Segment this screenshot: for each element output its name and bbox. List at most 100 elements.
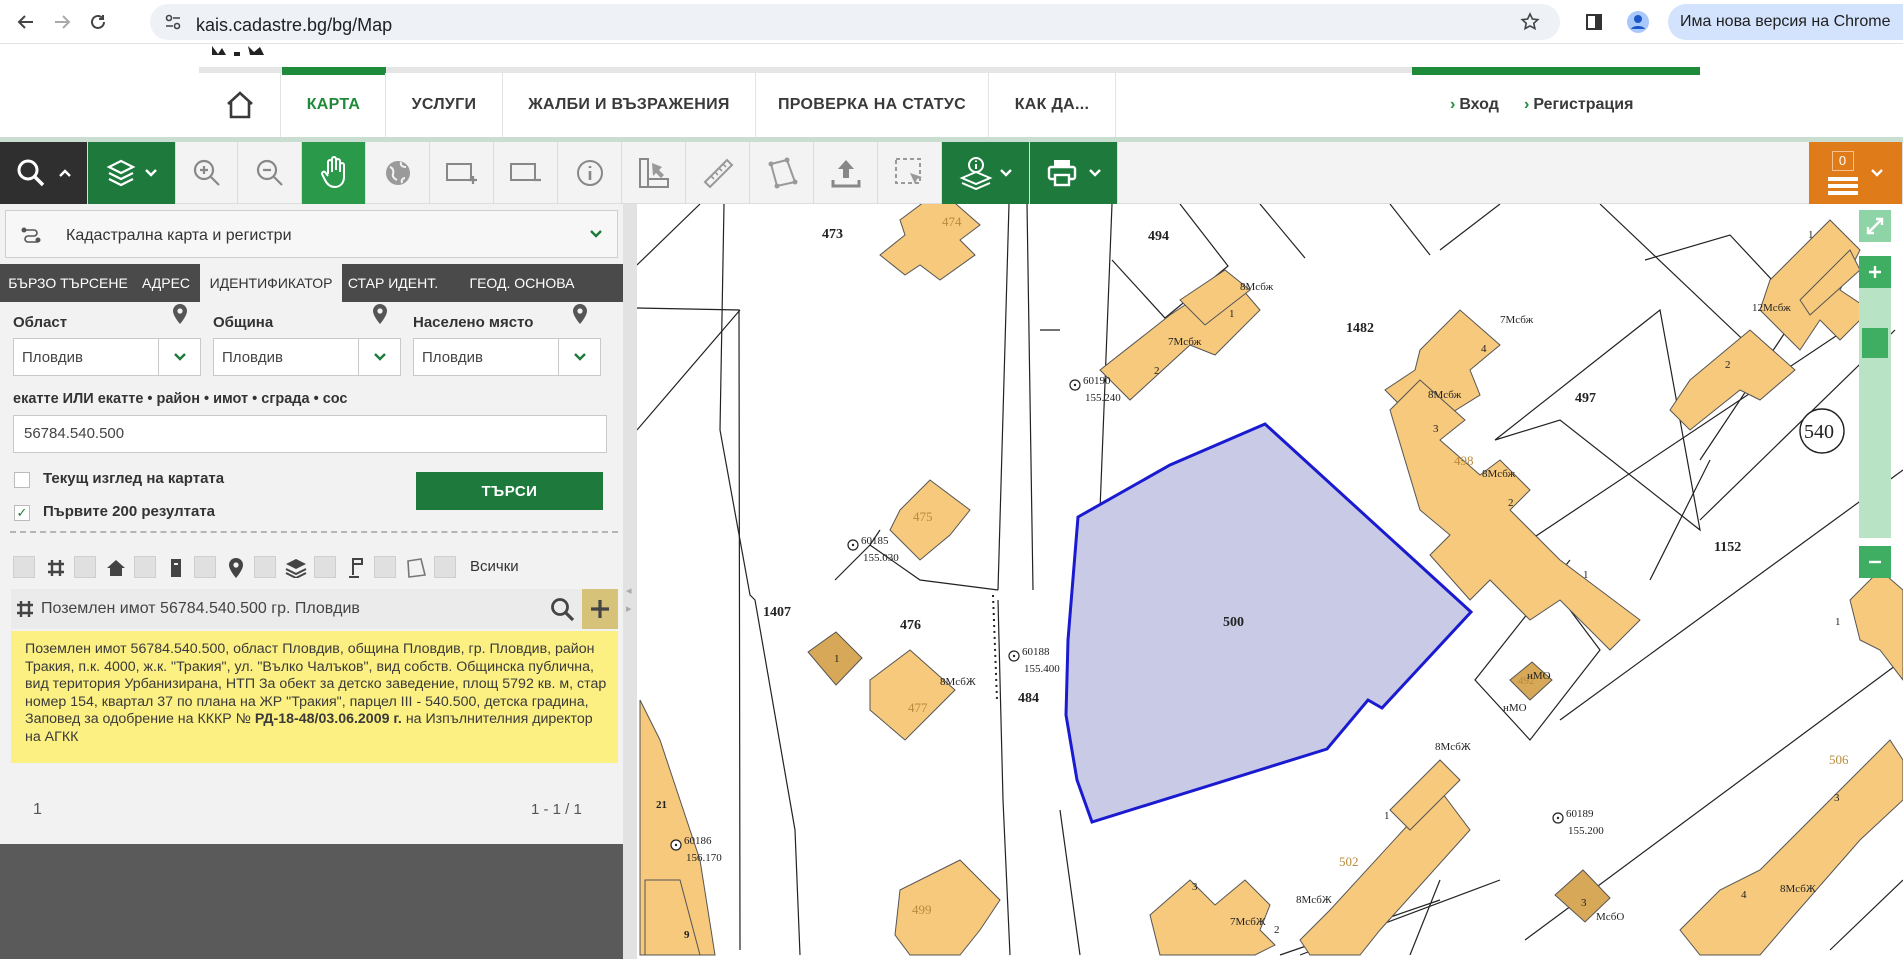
filter-checkbox[interactable] [13, 556, 35, 578]
chevron-down-icon [144, 169, 157, 177]
parcel-label: 9 [684, 929, 690, 941]
globe-button[interactable] [366, 142, 430, 204]
ruler-icon [703, 158, 733, 189]
pagination-page[interactable]: 1 [33, 801, 42, 819]
building-id-label: 474 [942, 214, 962, 229]
settlement-value: Пловдив [422, 349, 483, 366]
filter-checkbox[interactable] [134, 556, 156, 578]
select-area-button[interactable] [878, 142, 942, 204]
distance-measure-button[interactable] [686, 142, 750, 204]
globe-icon [385, 161, 410, 185]
parcel-label: 21 [656, 799, 667, 811]
map-pin-icon[interactable] [172, 303, 188, 325]
info-button[interactable] [558, 142, 622, 204]
pan-button[interactable] [302, 142, 366, 204]
selected-parcel-500[interactable] [1064, 422, 1474, 824]
nav-how-to[interactable]: КАК ДА... [989, 73, 1116, 137]
zoom-out-map-button[interactable] [1859, 546, 1891, 578]
zoom-in-button[interactable] [176, 142, 238, 204]
filter-checkbox[interactable] [434, 556, 456, 578]
current-view-label: Текущ изглед на картата [43, 470, 225, 487]
tab-old-identifier[interactable]: СТАР ИДЕНТ. [346, 264, 440, 302]
panel-collapse-handle[interactable]: ◂ ▸ [623, 204, 637, 959]
profile-avatar-icon[interactable] [1622, 6, 1654, 38]
zoom-box-in-button[interactable] [430, 142, 494, 204]
nav-status-check[interactable]: ПРОВЕРКА НА СТАТУС [756, 73, 989, 137]
area-measure-button[interactable] [622, 142, 686, 204]
layer-info-button[interactable] [942, 142, 1030, 204]
settlement-select[interactable]: Пловдив [413, 338, 601, 376]
map-pin-icon[interactable] [572, 303, 588, 325]
area-ruler-icon [638, 158, 669, 188]
filter-checkbox[interactable] [194, 556, 216, 578]
chevron-down-icon [590, 230, 602, 238]
building-id-label: 502 [1339, 854, 1359, 869]
layers-button[interactable] [88, 142, 176, 204]
first-200-checkbox[interactable]: ✓ [14, 505, 30, 521]
floor-label: 2 [1154, 365, 1160, 377]
pagination-range: 1 - 1 / 1 [531, 801, 582, 818]
oblast-label: Област [13, 314, 68, 331]
site-info-icon[interactable] [164, 13, 182, 36]
identifier-input[interactable]: 56784.540.500 [13, 415, 607, 453]
tab-geodetic-base[interactable]: ГЕОД. ОСНОВА [452, 264, 592, 302]
result-header[interactable]: Поземлен имот 56784.540.500 гр. Пловдив [11, 589, 618, 629]
search-button[interactable]: ТЪРСИ [416, 472, 603, 510]
parcel-label: 473 [822, 227, 843, 242]
floor-label: 3 [1581, 897, 1587, 909]
zoom-rectangle-out-icon [509, 163, 541, 182]
home-button[interactable] [199, 73, 281, 137]
fullscreen-button[interactable] [1859, 210, 1891, 242]
login-link[interactable]: › Вход [1450, 96, 1499, 114]
zoom-box-out-button[interactable] [494, 142, 558, 204]
nav-complaints[interactable]: ЖАЛБИ И ВЪЗРАЖЕНИЯ [503, 73, 756, 137]
filter-checkbox[interactable] [74, 556, 96, 578]
bookmark-star-icon[interactable] [1520, 12, 1540, 37]
oblast-select[interactable]: Пловдив [13, 338, 201, 376]
printer-icon [1047, 160, 1076, 187]
geo-point-height: 156.170 [686, 852, 722, 864]
address-bar[interactable]: kais.cadastre.bg/bg/Map [150, 4, 1560, 40]
tab-quick-search[interactable]: БЪРЗО ТЪРСЕНЕ [6, 264, 130, 302]
filter-checkbox[interactable] [374, 556, 396, 578]
zoom-slider[interactable] [1859, 288, 1891, 538]
parcel-label: 484 [1018, 691, 1039, 706]
register-link[interactable]: › Регистрация [1524, 96, 1633, 114]
reload-icon[interactable] [82, 6, 114, 38]
route-icon [21, 227, 41, 243]
obshtina-select[interactable]: Пловдив [213, 338, 401, 376]
back-icon[interactable] [10, 6, 42, 38]
current-view-checkbox[interactable] [14, 472, 30, 488]
upload-button[interactable] [814, 142, 878, 204]
zoom-to-result-icon[interactable] [550, 597, 576, 623]
building-id-label: 506 [1829, 752, 1849, 767]
filter-checkbox[interactable] [254, 556, 276, 578]
building-id-label: 498 [1454, 453, 1474, 468]
add-to-basket-button[interactable] [582, 589, 618, 629]
search-toggle-button[interactable] [0, 142, 88, 204]
layer-dropdown[interactable]: Кадастрална карта и регистри [5, 210, 618, 258]
floor-label: 8МсбЖ [1296, 894, 1332, 906]
zoom-in-map-button[interactable] [1859, 256, 1891, 288]
tab-identifier[interactable]: ИДЕНТИФИКАТОР [200, 264, 342, 302]
floor-label: 8МсбЖ [1435, 741, 1471, 753]
basket-button[interactable]: 0 [1809, 142, 1903, 204]
filter-checkbox[interactable] [314, 556, 336, 578]
chevron-down-icon [358, 339, 400, 375]
polygon-measure-button[interactable] [750, 142, 814, 204]
nav-services[interactable]: УСЛУГИ [386, 73, 503, 137]
tab-address[interactable]: АДРЕС [138, 264, 194, 302]
oblast-value: Пловдив [22, 349, 83, 366]
side-panel-icon[interactable] [1578, 6, 1610, 38]
parcel-label: 1152 [1714, 540, 1741, 555]
chevron-down-icon [1870, 169, 1883, 177]
print-button[interactable] [1030, 142, 1118, 204]
location-pin-icon [224, 556, 248, 580]
zoom-slider-handle[interactable] [1862, 328, 1888, 358]
forward-icon[interactable] [46, 6, 78, 38]
zoom-out-button[interactable] [238, 142, 302, 204]
cadastral-map[interactable]: 473 494 1482 497 1152 1407 476 484 500 2… [637, 204, 1903, 959]
map-pin-icon[interactable] [372, 303, 388, 325]
nav-map[interactable]: КАРТА [282, 73, 386, 137]
filter-all-label: Всички [470, 558, 519, 575]
